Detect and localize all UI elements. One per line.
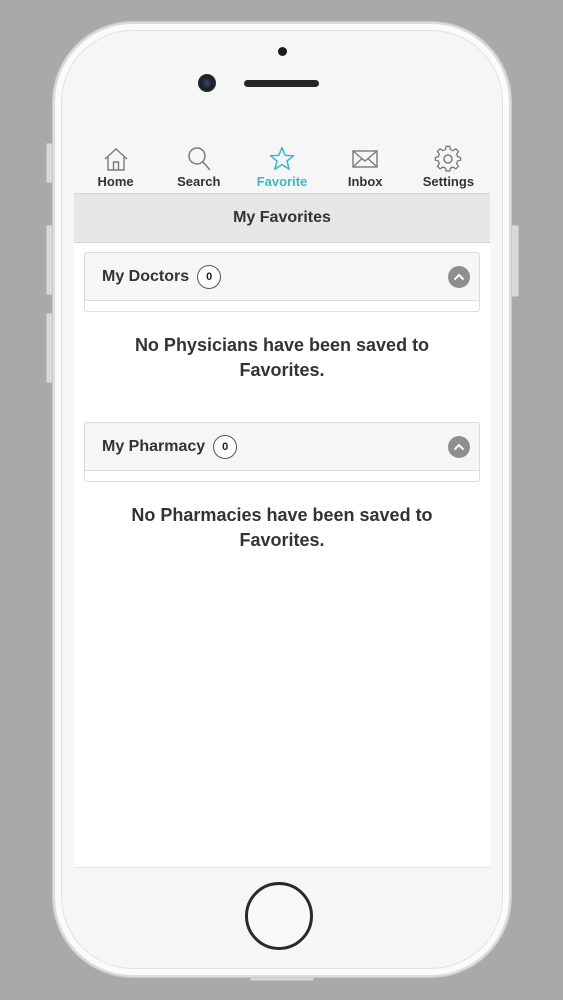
tab-settings-label: Settings <box>422 174 475 189</box>
tab-home-label: Home <box>97 174 134 189</box>
doctors-section: My Doctors 0 <box>84 252 480 312</box>
power-button <box>511 225 519 297</box>
doctors-section-title: My Doctors <box>102 267 190 285</box>
doctors-section-header[interactable]: My Doctors 0 <box>84 252 480 301</box>
app-screen: Home Search Favorite Inbox Settings My F… <box>74 137 490 867</box>
tab-favorite[interactable]: Favorite <box>240 137 323 193</box>
pharmacy-empty-message: No Pharmacies have been saved to Favorit… <box>74 503 490 553</box>
doctors-empty-line-2: Favorites. <box>239 360 325 380</box>
chevron-up-icon[interactable] <box>448 266 470 288</box>
tab-settings[interactable]: Settings <box>407 137 490 193</box>
tab-favorite-label: Favorite <box>256 174 308 189</box>
tab-bar: Home Search Favorite Inbox Settings <box>74 137 490 193</box>
home-button[interactable] <box>245 882 313 950</box>
earpiece-speaker <box>244 80 319 87</box>
pharmacy-section: My Pharmacy 0 <box>84 422 480 482</box>
pharmacy-empty-line-2: Favorites. <box>239 530 325 550</box>
tab-inbox-label: Inbox <box>347 174 383 189</box>
search-icon <box>188 147 211 171</box>
screen-edge <box>74 867 490 868</box>
proximity-sensor <box>278 47 287 56</box>
pharmacy-section-body <box>84 471 480 482</box>
tab-search-label: Search <box>177 174 221 189</box>
gear-icon <box>435 145 462 172</box>
tab-inbox[interactable]: Inbox <box>324 137 407 193</box>
pharmacy-section-header[interactable]: My Pharmacy 0 <box>84 422 480 471</box>
front-camera <box>198 74 216 92</box>
chevron-up-icon[interactable] <box>448 436 470 458</box>
pharmacy-count-badge: 0 <box>213 434 238 459</box>
home-icon <box>104 148 128 171</box>
tab-home[interactable]: Home <box>74 137 157 193</box>
page-title: My Favorites <box>74 193 490 243</box>
doctors-count-badge: 0 <box>197 264 222 289</box>
doctors-empty-line-1: No Physicians have been saved to <box>134 335 430 355</box>
envelope-icon <box>352 150 378 168</box>
star-icon <box>269 146 295 171</box>
chevron-up-glyph <box>453 273 465 281</box>
pharmacy-empty-line-1: No Pharmacies have been saved to <box>131 505 433 525</box>
doctors-section-body <box>84 301 480 312</box>
tab-search[interactable]: Search <box>157 137 240 193</box>
doctors-empty-message: No Physicians have been saved to Favorit… <box>74 333 490 383</box>
pharmacy-section-title: My Pharmacy <box>102 437 206 455</box>
chevron-up-glyph <box>453 443 465 451</box>
